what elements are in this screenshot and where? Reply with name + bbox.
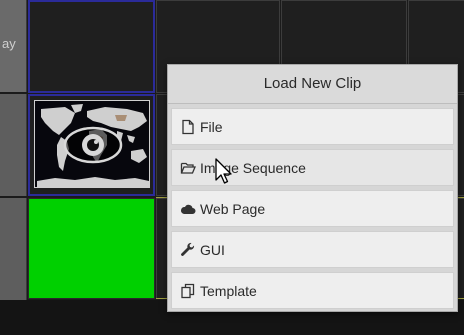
menu-item-web-page[interactable]: Web Page [171,190,454,227]
clip-thumbnail-world-map[interactable] [34,100,150,188]
folder-open-icon [180,160,196,176]
cloud-icon [180,201,196,217]
menu-item-label: Web Page [200,200,266,217]
eye-icon [63,126,123,164]
menu-item-label: Template [200,282,257,299]
world-map-image [35,101,149,187]
mouse-cursor-icon [215,158,232,184]
menu-item-template[interactable]: Template [171,272,454,309]
clip-grid-view: ay Load New Clip File Image Sequence Web… [0,0,464,335]
menu-item-gui[interactable]: GUI [171,231,454,268]
menu-title: Load New Clip [168,65,457,104]
template-icon [180,283,196,299]
clip-cell-green[interactable] [28,198,155,299]
row-header-1[interactable]: ay [0,0,27,92]
row-header-label: ay [2,36,16,51]
clip-cell-selected[interactable] [28,0,155,93]
menu-item-file[interactable]: File [171,108,454,145]
menu-item-label: GUI [200,241,225,258]
file-icon [180,119,196,135]
row-header-2[interactable] [0,94,27,196]
row-header-3[interactable] [0,198,27,300]
load-new-clip-menu: Load New Clip File Image Sequence Web Pa… [167,64,458,312]
menu-item-label: File [200,118,223,135]
wrench-icon [180,242,196,258]
